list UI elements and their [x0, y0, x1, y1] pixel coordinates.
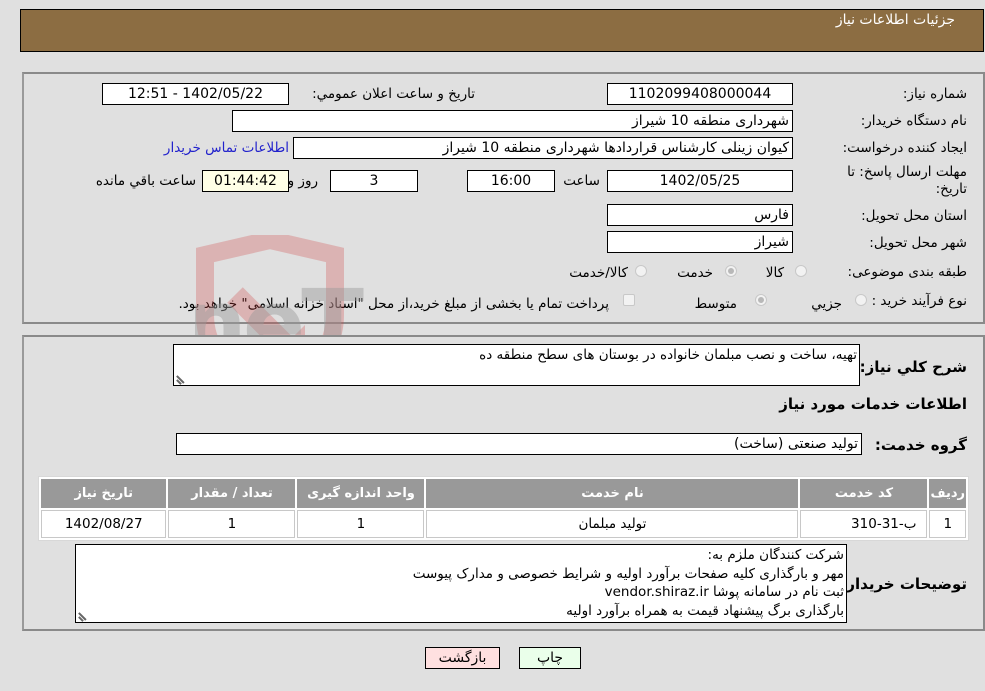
buyer-notes-textarea[interactable]: شرکت کنندگان ملزم به: مهر و بارگذاری کلی…: [75, 544, 847, 623]
need-number-field[interactable]: 1102099408000044: [607, 83, 793, 105]
buyer-notes-line: ثبت نام در سامانه پوشا vendor.shiraz.ir: [604, 584, 844, 600]
requester-label: ایجاد کننده درخواست:: [842, 140, 967, 156]
page-title: جزئیات اطلاعات نیاز: [835, 12, 955, 28]
service-group-field[interactable]: تولید صنعتی (ساخت): [176, 433, 862, 455]
description-text: تهیه، ساخت و نصب مبلمان خانواده در بوستا…: [479, 347, 857, 363]
purchase-radio-minor[interactable]: [855, 294, 867, 306]
city-field[interactable]: شیراز: [607, 231, 793, 253]
purchase-option-medium: متوسط: [694, 296, 737, 312]
announce-datetime-label: تاریخ و ساعت اعلان عمومي:: [312, 86, 475, 102]
requester-field[interactable]: کیوان زینلی کارشناس قراردادها شهرداری من…: [293, 137, 793, 159]
resize-grip-icon[interactable]: [79, 610, 89, 620]
table-header-row: ردیف کد خدمت نام خدمت واحد اندازه گیری ت…: [41, 479, 966, 508]
city-label: شهر محل تحویل:: [869, 235, 967, 251]
cell-unit: 1: [297, 510, 425, 538]
cell-service-name: تولید مبلمان: [426, 510, 799, 538]
services-section-title: اطلاعات خدمات مورد نياز: [779, 395, 967, 413]
column-header-row-number: ردیف: [929, 479, 966, 508]
deadline-date-field[interactable]: 1402/05/25: [607, 170, 793, 192]
purchase-option-minor: جزيي: [811, 296, 842, 312]
category-label: طبقه بندی موضوعی:: [847, 264, 967, 280]
service-group-label: گروه خدمت:: [874, 436, 967, 454]
description-label: شرح كلي نياز:: [859, 358, 967, 376]
time-remaining-field: 01:44:42: [202, 170, 289, 192]
category-option-service: خدمت: [677, 265, 713, 281]
buyer-notes-line: شرکت کنندگان ملزم به:: [707, 547, 844, 563]
buyer-notes-line: بارگذاری برگ پیشنهاد قیمت به همراه برآور…: [566, 602, 844, 619]
column-header-service-name: نام خدمت: [426, 479, 799, 508]
purchase-type-label: نوع فرآیند خرید :: [871, 293, 967, 309]
cell-service-code: ب-31-310: [800, 510, 928, 538]
buyer-org-label: نام دستگاه خريدار:: [860, 113, 967, 129]
category-option-goods-service: کالا/خدمت: [569, 265, 628, 281]
cell-row-number: 1: [929, 510, 966, 538]
treasury-checkbox-label: پرداخت تمام یا بخشی از مبلغ خرید،از محل …: [178, 296, 609, 312]
print-button[interactable]: چاپ: [519, 647, 581, 669]
days-label: روز و: [287, 173, 318, 189]
cell-need-date: 1402/08/27: [41, 510, 167, 538]
description-textarea[interactable]: تهیه، ساخت و نصب مبلمان خانواده در بوستا…: [173, 344, 860, 386]
category-radio-service[interactable]: [725, 265, 737, 277]
services-table: ردیف کد خدمت نام خدمت واحد اندازه گیری ت…: [38, 476, 969, 541]
announce-datetime-field[interactable]: 1402/05/22 - 12:51: [102, 83, 289, 105]
category-radio-goods-service[interactable]: [635, 265, 647, 277]
column-header-unit: واحد اندازه گیری: [297, 479, 425, 508]
need-number-label: شماره نیاز:: [902, 86, 967, 102]
cell-quantity: 1: [168, 510, 296, 538]
table-row: 1 ب-31-310 تولید مبلمان 1 1 1402/08/27: [41, 510, 966, 538]
purchase-radio-medium[interactable]: [755, 294, 767, 306]
province-label: استان محل تحویل:: [861, 208, 967, 224]
back-button[interactable]: بازگشت: [425, 647, 500, 669]
buyer-contact-link[interactable]: اطلاعات تماس خريدار: [164, 140, 289, 156]
buyer-org-field[interactable]: شهرداری منطقه 10 شیراز: [232, 110, 793, 132]
deadline-time-label: ساعت: [563, 173, 600, 189]
deadline-time-field[interactable]: 16:00: [467, 170, 555, 192]
days-remaining-field[interactable]: 3: [330, 170, 418, 192]
time-remaining-label: ساعت باقي مانده: [95, 173, 196, 189]
buyer-notes-label: توضیحات خریدار:: [840, 575, 967, 593]
column-header-quantity: تعداد / مقدار: [168, 479, 296, 508]
category-option-goods: کالا: [765, 265, 784, 281]
column-header-service-code: کد خدمت: [800, 479, 928, 508]
resize-grip-icon[interactable]: [177, 373, 187, 383]
buyer-notes-line: مهر و بارگذاری کلیه صفحات برآورد اولیه و…: [412, 565, 844, 582]
province-field[interactable]: فارس: [607, 204, 793, 226]
category-radio-goods[interactable]: [795, 265, 807, 277]
column-header-need-date: تاریخ نیاز: [41, 479, 167, 508]
deadline-label: مهلت ارسال پاسخ: تا تاریخ:: [847, 164, 967, 197]
treasury-checkbox[interactable]: [623, 294, 635, 306]
